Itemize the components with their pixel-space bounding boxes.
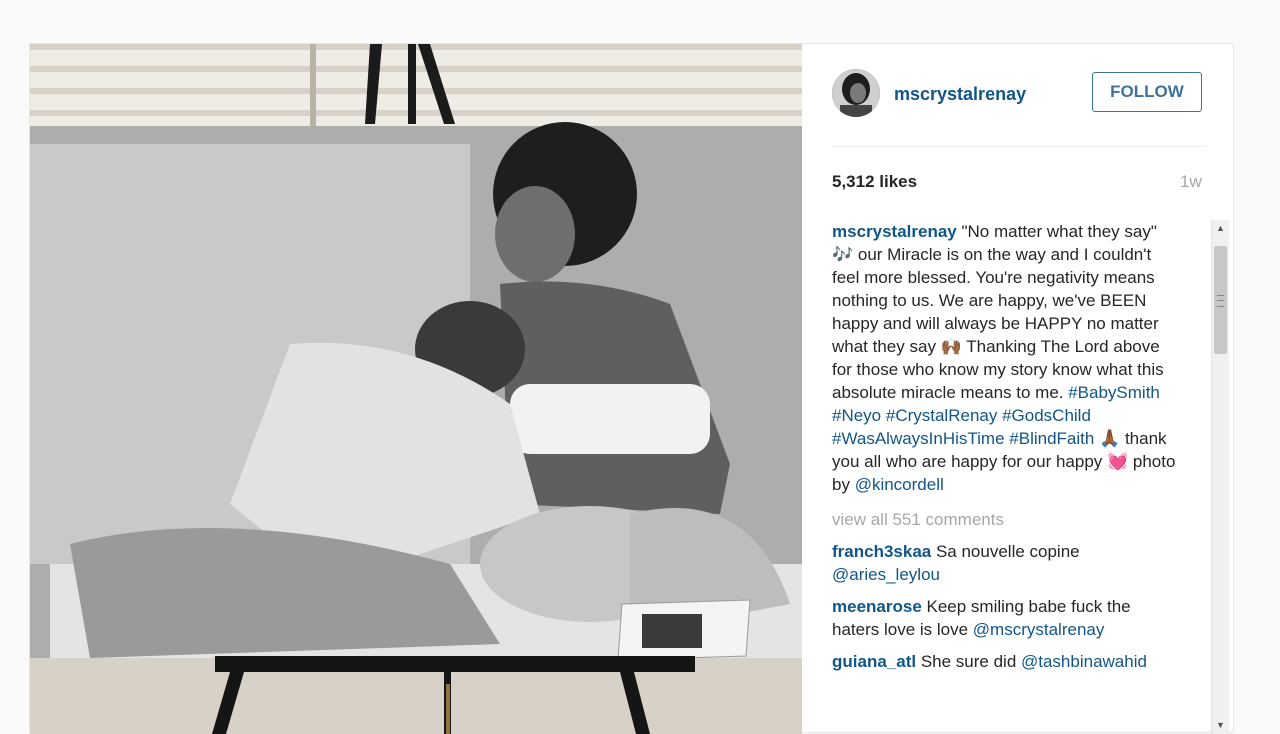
comment-item: franch3skaa Sa nouvelle copine @aries_le… xyxy=(832,540,1177,586)
avatar[interactable] xyxy=(832,69,880,117)
post-card: mscrystalrenay FOLLOW 5,312 likes 1w msc… xyxy=(29,43,1235,734)
comment-text: Sa nouvelle copine xyxy=(931,542,1080,561)
comment-author-link[interactable]: franch3skaa xyxy=(832,542,931,561)
scroll-up-arrow-icon[interactable]: ▲ xyxy=(1212,220,1229,237)
avatar-image xyxy=(832,69,880,117)
comments-scrollbar[interactable]: ▲ ▼ xyxy=(1211,220,1229,734)
caption: mscrystalrenay "No matter what they say"… xyxy=(832,220,1177,496)
follow-button[interactable]: FOLLOW xyxy=(1092,72,1202,112)
comment-text: She sure did xyxy=(916,652,1021,671)
scrollbar-grip-icon xyxy=(1217,295,1224,307)
caption-author-link[interactable]: mscrystalrenay xyxy=(832,222,957,241)
likes-count[interactable]: 5,312 likes xyxy=(832,172,917,192)
comment-mention-link[interactable]: @mscrystalrenay xyxy=(973,620,1105,639)
post-sidebar: mscrystalrenay FOLLOW 5,312 likes 1w msc… xyxy=(802,44,1235,734)
comment-mention-link[interactable]: @aries_leylou xyxy=(832,565,940,584)
post-age[interactable]: 1w xyxy=(1180,172,1202,192)
header-divider xyxy=(832,146,1205,147)
scrollbar-thumb[interactable] xyxy=(1214,246,1227,354)
comment-item: meenarose Keep smiling babe fuck the hat… xyxy=(832,595,1177,641)
username-link[interactable]: mscrystalrenay xyxy=(894,84,1026,105)
comments-list: mscrystalrenay "No matter what they say"… xyxy=(832,220,1177,734)
caption-mention-link[interactable]: @kincordell xyxy=(855,475,944,494)
post-photo[interactable] xyxy=(30,44,802,734)
comment-item: guiana_atl She sure did @tashbinawahid xyxy=(832,650,1177,673)
caption-text: "No matter what they say" 🎶 our Miracle … xyxy=(832,222,1164,402)
comment-author-link[interactable]: meenarose xyxy=(832,597,922,616)
comment-mention-link[interactable]: @tashbinawahid xyxy=(1021,652,1147,671)
comment-author-link[interactable]: guiana_atl xyxy=(832,652,916,671)
view-all-comments-link[interactable]: view all 551 comments xyxy=(832,508,1177,531)
photo-illustration xyxy=(30,44,802,734)
post-header: mscrystalrenay FOLLOW xyxy=(802,44,1235,144)
